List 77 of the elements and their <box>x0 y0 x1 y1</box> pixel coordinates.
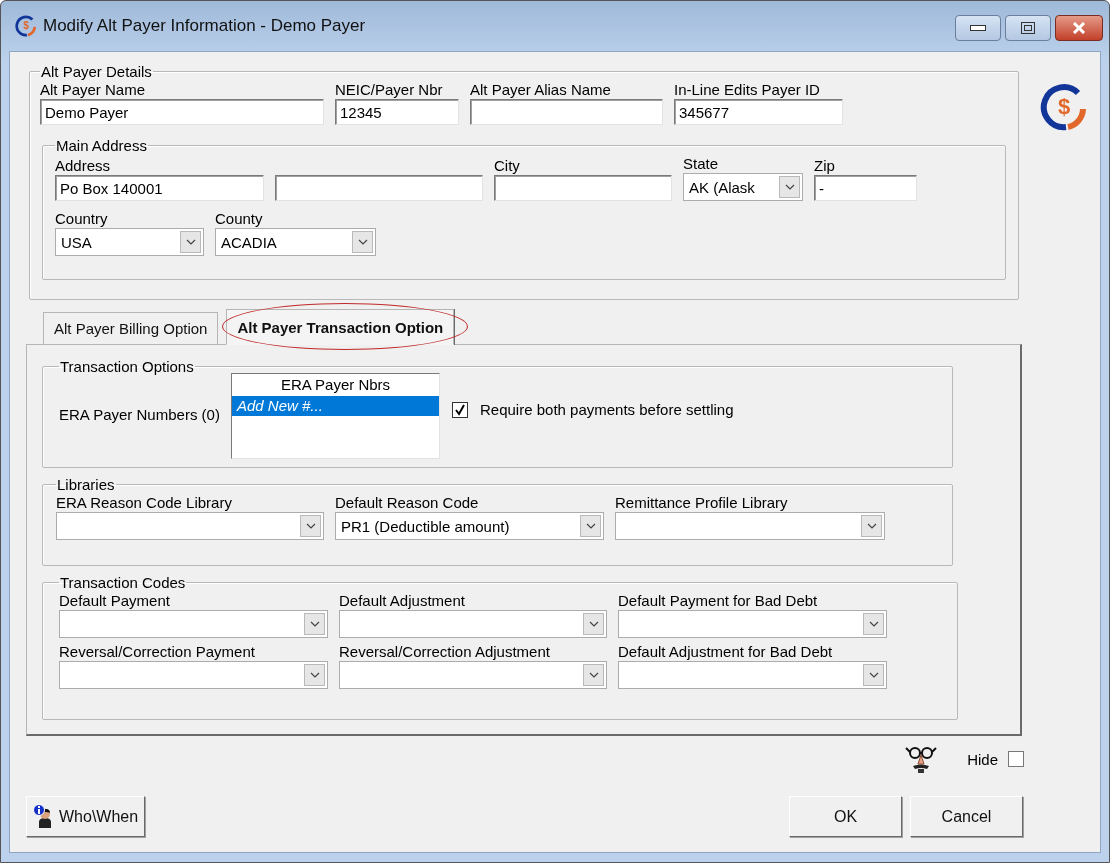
minimize-icon <box>970 25 986 31</box>
chevron-down-icon <box>866 523 877 529</box>
text-field[interactable]: Demo Payer <box>40 99 324 125</box>
group-title: Libraries <box>56 476 116 493</box>
chevron-down-icon <box>784 184 795 190</box>
field-label: Address <box>55 156 112 175</box>
who-when-button[interactable]: Who\When <box>26 796 146 837</box>
field-label: Reversal/Correction Adjustment <box>339 642 551 661</box>
field-label: County <box>215 209 264 228</box>
dropdown[interactable] <box>339 661 607 689</box>
list-box[interactable]: ERA Payer Nbrs Add New #... <box>231 373 440 459</box>
field-label: ERA Payer Numbers (0) <box>59 406 221 423</box>
text-field[interactable]: 12345 <box>335 99 459 125</box>
dropdown[interactable] <box>59 661 328 689</box>
field-label: State <box>683 154 720 173</box>
ok-button[interactable]: OK <box>789 796 902 837</box>
chevron-down-icon <box>309 621 320 627</box>
dropdown[interactable] <box>618 661 887 689</box>
dropdown[interactable] <box>56 512 324 540</box>
field-label: Zip <box>814 156 836 175</box>
field-label: Default Adjustment <box>339 591 466 610</box>
field-label: Default Payment <box>59 591 171 610</box>
field-label: Default Payment for Bad Debt <box>618 591 819 610</box>
field-label: In-Line Edits Payer ID <box>674 80 821 99</box>
list-item[interactable]: Add New #... <box>232 396 439 416</box>
group-title: Main Address <box>55 137 148 154</box>
field-label: City <box>494 156 521 175</box>
list-header: ERA Payer Nbrs <box>279 375 392 395</box>
field-label: ERA Reason Code Library <box>56 493 233 512</box>
close-button[interactable] <box>1055 15 1103 41</box>
chevron-down-icon <box>357 239 368 245</box>
dropdown[interactable] <box>59 610 328 638</box>
dropdown[interactable]: PR1 (Deductible amount) <box>335 512 604 540</box>
dropdown[interactable]: AK (Alask <box>683 173 803 201</box>
field-label: Alt Payer Alias Name <box>470 80 612 99</box>
chevron-down-icon <box>585 523 596 529</box>
tab[interactable]: Alt Payer Transaction Option <box>226 309 455 345</box>
text-field[interactable] <box>275 175 483 201</box>
maximize-icon <box>1021 22 1035 34</box>
checkbox[interactable] <box>452 401 468 418</box>
field-label: NEIC/Payer Nbr <box>335 80 444 99</box>
text-field[interactable] <box>494 175 672 201</box>
group-title: Transaction Codes <box>59 574 187 591</box>
checkbox-label: Require both payments before settling <box>480 401 734 418</box>
chevron-down-icon <box>185 239 196 245</box>
field-label: Default Adjustment for Bad Debt <box>618 642 834 661</box>
chevron-down-icon <box>868 672 879 678</box>
checkbox[interactable] <box>1008 751 1024 767</box>
dropdown[interactable] <box>618 610 887 638</box>
field-label: Reversal/Correction Payment <box>59 642 256 661</box>
minimize-button[interactable] <box>955 15 1001 41</box>
chevron-down-icon <box>588 621 599 627</box>
maximize-button[interactable] <box>1005 15 1051 41</box>
dropdown[interactable] <box>339 610 607 638</box>
checkbox-label: Hide <box>967 750 998 768</box>
chevron-down-icon <box>868 621 879 627</box>
chevron-down-icon <box>588 672 599 678</box>
group-title: Alt Payer Details <box>40 63 153 80</box>
window-title: Modify Alt Payer Information - Demo Payer <box>43 16 366 36</box>
text-field[interactable]: Po Box 140001 <box>55 175 264 201</box>
field-label: Country <box>55 209 109 228</box>
text-field[interactable]: 345677 <box>674 99 843 125</box>
dropdown[interactable]: ACADIA <box>215 228 376 256</box>
close-icon <box>1072 22 1086 34</box>
chevron-down-icon <box>305 523 316 529</box>
group-title: Transaction Options <box>59 358 195 375</box>
field-label: Default Reason Code <box>335 493 480 512</box>
field-label: Alt Payer Name <box>40 80 147 99</box>
chevron-down-icon <box>309 672 320 678</box>
text-field[interactable] <box>470 99 663 125</box>
cancel-button[interactable]: Cancel <box>910 796 1023 837</box>
dropdown[interactable]: USA <box>55 228 204 256</box>
disguise-glasses-icon <box>905 744 938 774</box>
tab[interactable]: Alt Payer Billing Option <box>43 312 219 344</box>
text-field[interactable]: - <box>814 175 917 201</box>
dropdown[interactable] <box>615 512 885 540</box>
field-label: Remittance Profile Library <box>615 493 789 512</box>
